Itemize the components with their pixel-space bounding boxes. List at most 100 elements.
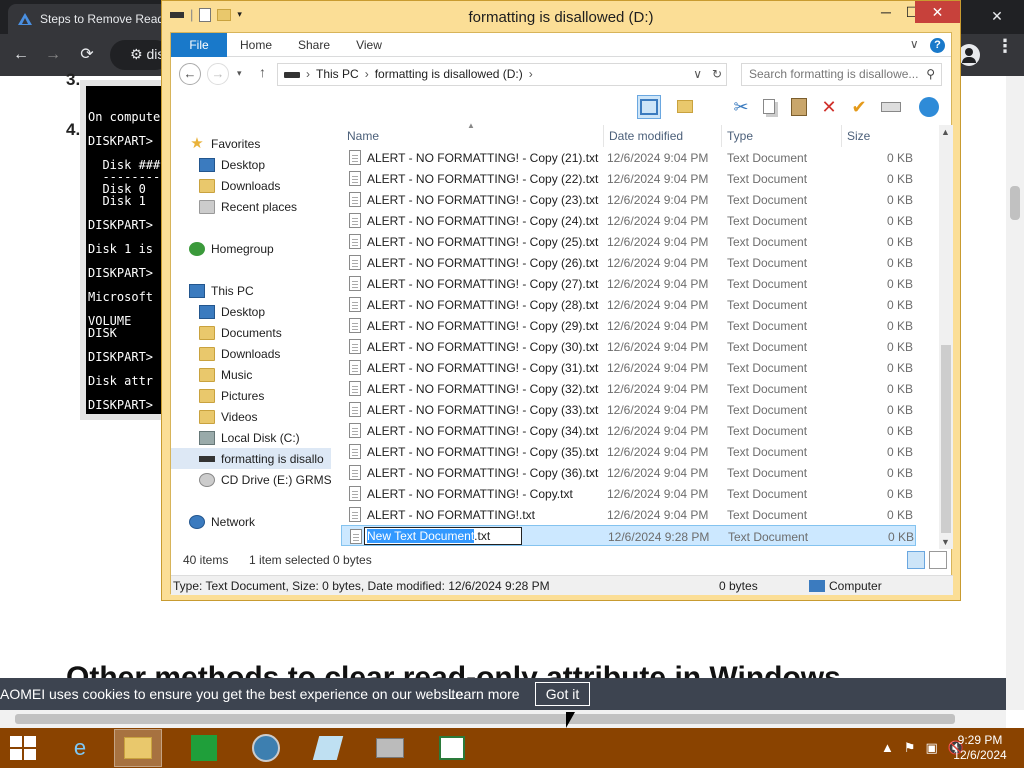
column-header-date[interactable]: Date modified — [609, 129, 683, 143]
nav-item-desktop[interactable]: Desktop — [199, 301, 331, 322]
tab-file[interactable]: File — [171, 33, 227, 57]
column-divider[interactable] — [721, 125, 722, 147]
store-icon[interactable] — [180, 729, 228, 767]
column-header-type[interactable]: Type — [727, 129, 753, 143]
nav-network[interactable]: Network — [189, 511, 331, 532]
document-app-icon[interactable] — [428, 729, 476, 767]
nav-this-pc[interactable]: This PC — [189, 280, 331, 301]
large-icons-view-icon[interactable] — [929, 551, 947, 569]
file-row[interactable]: ALERT - NO FORMATTING! - Copy (35).txt 12… — [341, 441, 916, 462]
drive-properties-icon[interactable] — [879, 95, 903, 119]
browser-reload-button[interactable]: ⟳ — [76, 44, 98, 66]
column-divider[interactable] — [841, 125, 842, 147]
taskbar-clock[interactable]: 9:29 PM 12/6/2024 — [950, 733, 1010, 763]
address-dropdown-icon[interactable]: ∨ — [693, 64, 702, 85]
file-row[interactable]: ALERT - NO FORMATTING! - Copy (33).txt 12… — [341, 399, 916, 420]
file-row[interactable]: ALERT - NO FORMATTING! - Copy (34).txt 12… — [341, 420, 916, 441]
search-icon[interactable]: ⚲ — [926, 64, 935, 85]
cut-icon[interactable]: ✂ — [729, 95, 753, 119]
breadcrumb-separator[interactable]: › — [306, 64, 310, 85]
file-row[interactable]: ALERT - NO FORMATTING! - Copy (25).txt 12… — [341, 231, 916, 252]
cookie-learn-more-link[interactable]: Learn more — [448, 686, 520, 702]
nav-item-desktop[interactable]: Desktop — [199, 154, 331, 175]
tab-home[interactable]: Home — [233, 33, 279, 57]
nav-item-cd-drive[interactable]: CD Drive (E:) GRMSX — [199, 469, 331, 490]
nav-item-drive-d[interactable]: formatting is disallo — [171, 448, 331, 469]
file-row[interactable]: ALERT - NO FORMATTING! - Copy (23).txt 12… — [341, 189, 916, 210]
nav-item-music[interactable]: Music — [199, 364, 331, 385]
site-info-icon[interactable]: ⚙ — [130, 46, 143, 62]
show-hidden-icons-icon[interactable]: ▲ — [881, 740, 894, 756]
rename-input[interactable]: New Text Document.txt — [364, 527, 522, 545]
profile-avatar-icon[interactable] — [958, 44, 980, 66]
scrollbar-thumb[interactable] — [1010, 186, 1020, 220]
address-bar[interactable]: › This PC › formatting is disallowed (D:… — [277, 63, 727, 86]
up-button[interactable]: ↑ — [259, 64, 266, 80]
scroll-up-icon[interactable]: ▲ — [941, 127, 950, 137]
recent-locations-icon[interactable]: ▾ — [237, 68, 242, 79]
start-button[interactable] — [10, 736, 38, 760]
notepad-icon[interactable] — [304, 729, 352, 767]
delete-icon[interactable]: ✕ — [817, 95, 841, 119]
paste-icon[interactable] — [787, 95, 811, 119]
nav-item-downloads[interactable]: Downloads — [199, 343, 331, 364]
scroll-down-icon[interactable]: ▼ — [941, 537, 950, 547]
nav-item-pictures[interactable]: Pictures — [199, 385, 331, 406]
refresh-icon[interactable]: ↻ — [712, 64, 722, 85]
file-row[interactable]: ALERT - NO FORMATTING! - Copy (27).txt 12… — [341, 273, 916, 294]
file-row[interactable]: ALERT - NO FORMATTING! - Copy (31).txt 12… — [341, 357, 916, 378]
file-row[interactable]: ALERT - NO FORMATTING! - Copy (21).txt 12… — [341, 147, 916, 168]
file-row[interactable]: ALERT - NO FORMATTING! - Copy.txt 12/6/20… — [341, 483, 916, 504]
printer-app-icon[interactable] — [366, 729, 414, 767]
browser-menu-icon[interactable]: ⋮ — [996, 37, 1014, 68]
network-status-icon[interactable]: ▣ — [926, 740, 938, 756]
column-header-name[interactable]: Name — [347, 129, 379, 143]
file-row[interactable]: ALERT - NO FORMATTING! - Copy (30).txt 12… — [341, 336, 916, 357]
file-list-scrollbar[interactable]: ▲ ▼ — [939, 125, 953, 549]
page-horizontal-scrollbar[interactable] — [0, 710, 1006, 728]
nav-item-downloads[interactable]: Downloads — [199, 175, 331, 196]
breadcrumb-drive[interactable]: formatting is disallowed (D:) — [375, 64, 523, 85]
expand-ribbon-icon[interactable]: ∨ — [910, 37, 919, 51]
browser-back-button[interactable]: ← — [10, 44, 32, 66]
window-close-button[interactable]: ✕ — [915, 1, 960, 23]
internet-explorer-icon[interactable]: e — [56, 729, 104, 767]
nav-favorites[interactable]: ★ Favorites — [189, 133, 331, 154]
column-header-size[interactable]: Size — [847, 129, 870, 143]
help-icon[interactable]: ? — [930, 38, 945, 53]
tab-view[interactable]: View — [347, 33, 391, 57]
browser-forward-button[interactable]: → — [42, 44, 64, 66]
scrollbar-thumb[interactable] — [941, 345, 951, 533]
file-row[interactable]: ALERT - NO FORMATTING! - Copy (36).txt 12… — [341, 462, 916, 483]
file-row[interactable]: ALERT - NO FORMATTING! - Copy (32).txt 12… — [341, 378, 916, 399]
file-row[interactable]: ALERT - NO FORMATTING! - Copy (26).txt 12… — [341, 252, 916, 273]
file-row[interactable]: ALERT - NO FORMATTING! - Copy (22).txt 12… — [341, 168, 916, 189]
file-row[interactable]: ALERT - NO FORMATTING! - Copy (24).txt 12… — [341, 210, 916, 231]
file-row-renaming[interactable]: New Text Document.txt 12/6/2024 9:28 PM … — [341, 525, 916, 546]
page-vertical-scrollbar[interactable] — [1006, 76, 1024, 710]
search-input[interactable]: Search formatting is disallowe... ⚲ — [741, 63, 942, 86]
window-minimize-button[interactable]: ─ — [873, 1, 899, 23]
nav-item-recent-places[interactable]: Recent places — [199, 196, 331, 217]
back-button[interactable]: ← — [179, 63, 201, 85]
details-view-icon[interactable] — [907, 551, 925, 569]
cookie-got-it-button[interactable]: Got it — [535, 682, 590, 706]
nav-item-documents[interactable]: Documents — [199, 322, 331, 343]
file-row[interactable]: ALERT - NO FORMATTING! - Copy (29).txt 12… — [341, 315, 916, 336]
breadcrumb-this-pc[interactable]: This PC — [316, 64, 359, 85]
breadcrumb-separator[interactable]: › — [365, 64, 369, 85]
browser-tab[interactable]: Steps to Remove Read — [8, 4, 168, 34]
forward-button[interactable]: → — [207, 63, 229, 85]
copy-icon[interactable] — [757, 95, 781, 119]
file-row[interactable]: ALERT - NO FORMATTING! - Copy (28).txt 12… — [341, 294, 916, 315]
breadcrumb-separator[interactable]: › — [529, 64, 533, 85]
action-center-flag-icon[interactable]: ⚑ — [904, 740, 916, 756]
nav-item-videos[interactable]: Videos — [199, 406, 331, 427]
network-globe-icon[interactable] — [917, 95, 941, 119]
preview-pane-icon[interactable] — [637, 95, 661, 119]
browser-close-button[interactable]: ✕ — [972, 0, 1022, 34]
scrollbar-thumb[interactable] — [15, 714, 955, 724]
open-folder-icon[interactable] — [673, 95, 697, 119]
rename-check-icon[interactable]: ✔ — [847, 95, 871, 119]
file-row[interactable]: ALERT - NO FORMATTING!.txt 12/6/2024 9:04… — [341, 504, 916, 525]
